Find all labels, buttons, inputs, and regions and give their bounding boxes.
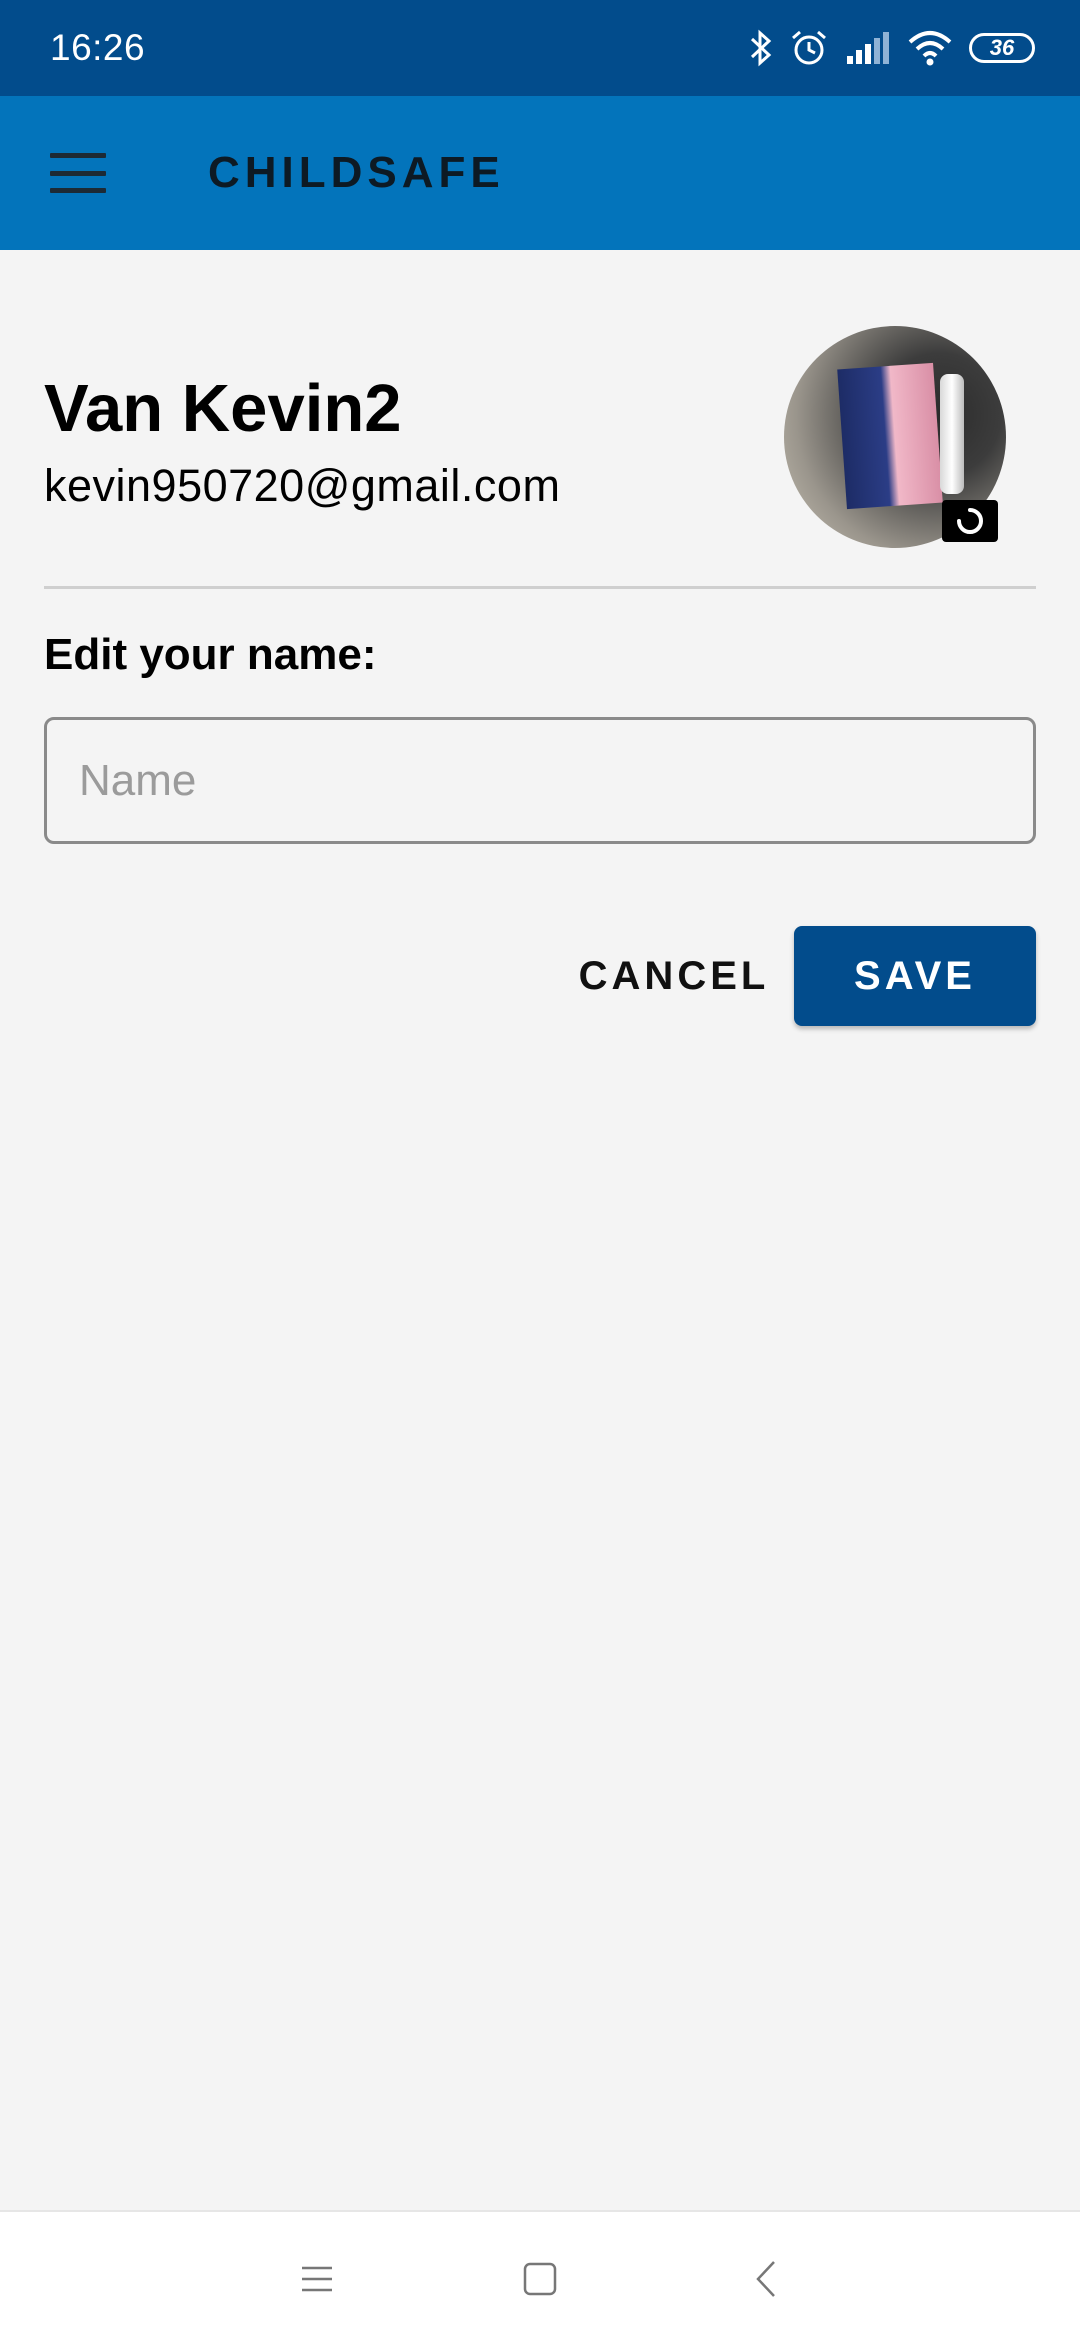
app-bar: CHILDSAFE: [0, 96, 1080, 250]
battery-level: 36: [989, 35, 1015, 60]
battery-indicator: 36: [969, 33, 1035, 63]
avatar-edit-button[interactable]: [942, 500, 998, 542]
cancel-button[interactable]: CANCEL: [570, 926, 778, 1026]
home-icon[interactable]: [510, 2254, 570, 2304]
edit-name-label: Edit your name:: [44, 630, 377, 679]
profile-name: Van Kevin2: [44, 371, 402, 446]
profile-email: kevin950720@gmail.com: [44, 460, 561, 511]
status-time: 16:26: [50, 27, 146, 68]
save-button[interactable]: SAVE: [794, 926, 1036, 1026]
wifi-icon: [908, 31, 952, 66]
status-icons: 36: [749, 28, 1035, 68]
profile-header: Van Kevin2 kevin950720@gmail.com: [44, 250, 1036, 588]
divider: [44, 586, 1036, 589]
app-title: CHILDSAFE: [208, 148, 505, 197]
signal-icon: [847, 32, 889, 64]
status-bar: 16:26 36: [0, 0, 1080, 96]
avatar-photo: [837, 362, 943, 510]
back-icon[interactable]: [736, 2254, 796, 2304]
recents-icon[interactable]: [287, 2254, 347, 2304]
name-input[interactable]: [44, 717, 1036, 844]
loading-spinner-icon: [957, 508, 983, 534]
hamburger-menu-icon[interactable]: [50, 153, 106, 193]
bluetooth-icon: [750, 29, 772, 67]
system-nav-bar: [0, 2210, 1080, 2340]
alarm-icon: [792, 30, 826, 65]
